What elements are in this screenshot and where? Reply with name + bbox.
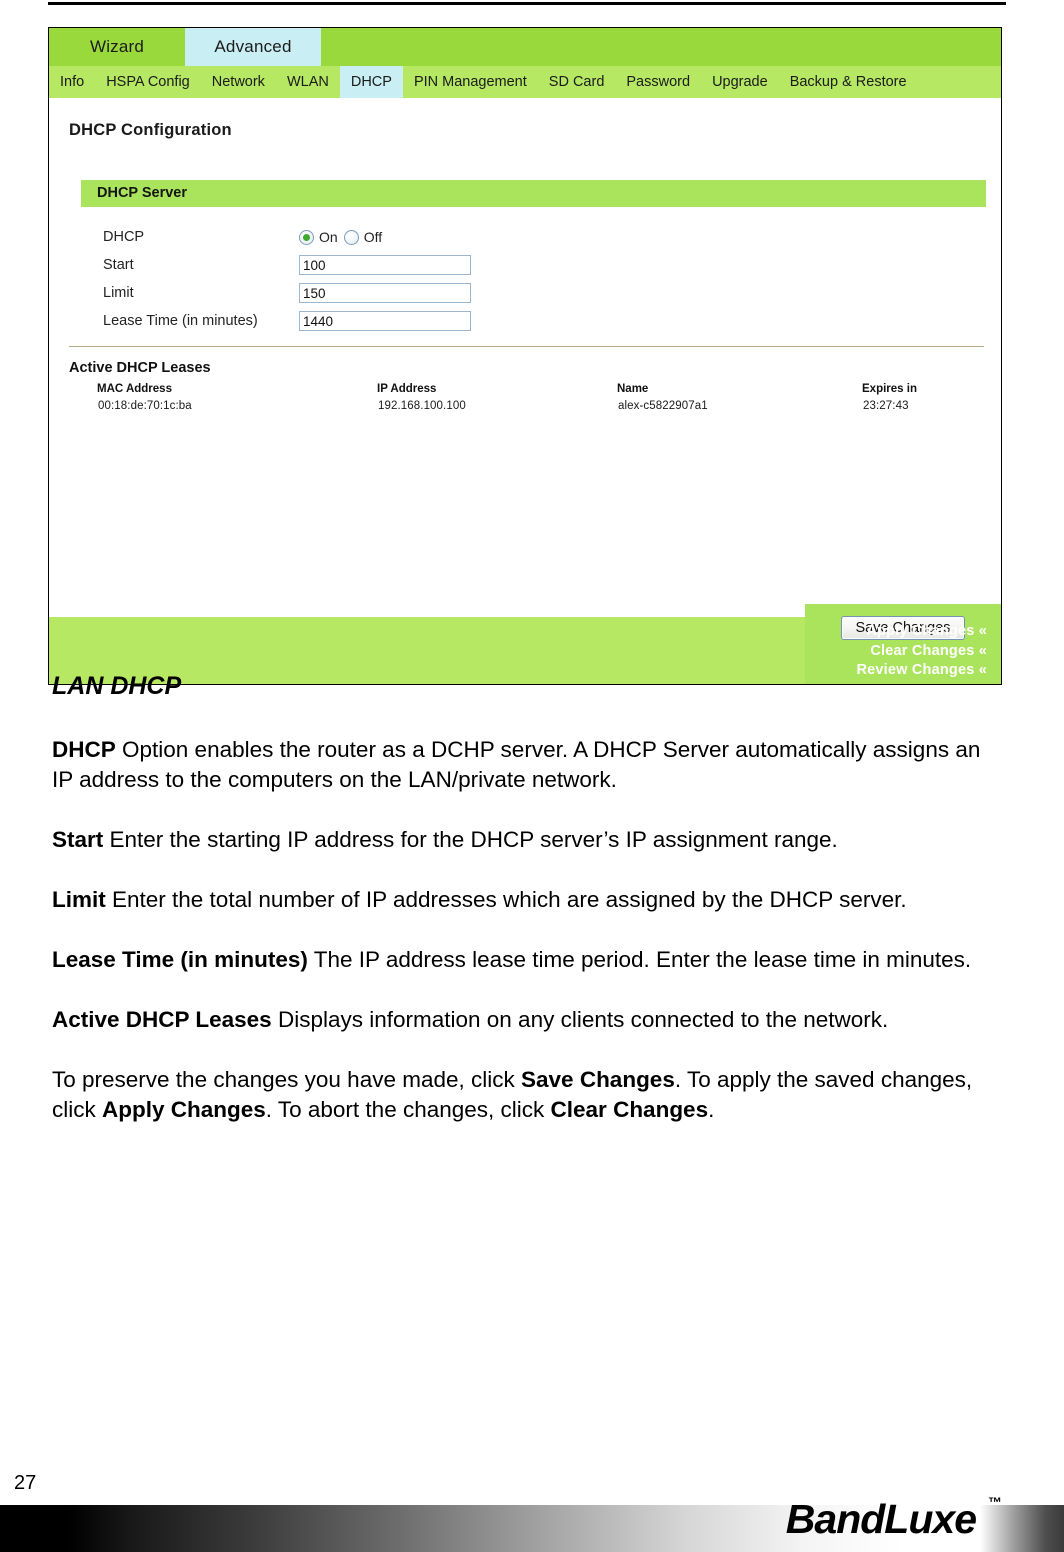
main-tab-bar: Wizard Advanced xyxy=(49,28,1001,66)
doc-paragraph-closing: To preserve the changes you have made, c… xyxy=(52,1065,1004,1125)
doc-term-dhcp: DHCP xyxy=(52,737,116,762)
doc-paragraph-start: Start Enter the starting IP address for … xyxy=(52,825,1004,855)
doc-paragraph-dhcp: DHCP Option enables the router as a DCHP… xyxy=(52,735,1004,795)
form-row-start: Start xyxy=(103,251,471,279)
dhcp-radio-off[interactable]: Off xyxy=(343,229,383,245)
subtab-dhcp[interactable]: DHCP xyxy=(339,66,403,98)
radio-unselected-icon xyxy=(343,229,359,245)
page-title: DHCP Configuration xyxy=(69,121,232,139)
subtab-backup-restore-label: Backup & Restore xyxy=(789,74,907,90)
closing-bold-clear: Clear Changes xyxy=(550,1097,709,1122)
doc-paragraph-active-leases: Active DHCP Leases Displays information … xyxy=(52,1005,1004,1035)
closing-bold-save: Save Changes xyxy=(521,1067,675,1092)
limit-input[interactable] xyxy=(299,283,471,303)
start-input[interactable] xyxy=(299,255,471,275)
doc-paragraph-limit: Limit Enter the total number of IP addre… xyxy=(52,885,1004,915)
page-number: 27 xyxy=(14,1472,37,1494)
column-header-expires: Expires in xyxy=(862,383,917,395)
header-rule xyxy=(48,2,1006,5)
footer-gradient-right xyxy=(980,1505,1064,1552)
cell-ip: 192.168.100.100 xyxy=(378,400,466,412)
tab-advanced-label: Advanced xyxy=(214,37,292,56)
apply-changes-link[interactable]: Apply Changes « xyxy=(856,622,987,642)
subtab-sd-card-label: SD Card xyxy=(548,74,605,90)
column-header-ip: IP Address xyxy=(377,383,437,395)
doc-text-lease-time: The IP address lease time period. Enter … xyxy=(307,947,972,972)
closing-bold-apply: Apply Changes xyxy=(102,1097,266,1122)
subtab-upgrade-label: Upgrade xyxy=(712,74,768,90)
doc-text-dhcp: Option enables the router as a DCHP serv… xyxy=(52,737,981,792)
dhcp-radio-group: On Off xyxy=(299,229,382,245)
table-row: 00:18:de:70:1c:ba 192.168.100.100 alex-c… xyxy=(97,399,977,413)
subtab-network[interactable]: Network xyxy=(201,66,276,98)
form-row-limit: Limit xyxy=(103,279,471,307)
subtab-password[interactable]: Password xyxy=(615,66,701,98)
radio-selected-icon xyxy=(299,229,314,245)
start-label: Start xyxy=(103,257,134,273)
subtab-wlan-label: WLAN xyxy=(286,74,329,90)
cell-expires: 23:27:43 xyxy=(863,400,909,412)
section-header-dhcp-server: DHCP Server xyxy=(81,180,986,207)
subtab-info-label: Info xyxy=(60,74,85,90)
doc-text-limit: Enter the total number of IP addresses w… xyxy=(105,887,907,912)
doc-term-limit: Limit xyxy=(52,887,106,912)
lease-time-label: Lease Time (in minutes) xyxy=(103,313,258,329)
dhcp-form: DHCP On Off Start Limit xyxy=(103,223,471,335)
section-divider xyxy=(69,346,984,347)
subtab-sd-card[interactable]: SD Card xyxy=(538,66,616,98)
cell-name: alex-c5822907a1 xyxy=(618,400,708,412)
review-changes-link[interactable]: Review Changes « xyxy=(856,661,987,681)
form-row-dhcp: DHCP On Off xyxy=(103,223,471,251)
active-leases-table: MAC Address IP Address Name Expires in 0… xyxy=(97,383,977,413)
dhcp-radio-on[interactable]: On xyxy=(299,229,338,245)
table-header-row: MAC Address IP Address Name Expires in xyxy=(97,383,977,399)
subtab-pin-management[interactable]: PIN Management xyxy=(403,66,538,98)
router-admin-panel: Wizard Advanced Info HSPA Config Network… xyxy=(48,27,1002,685)
sub-tab-bar: Info HSPA Config Network WLAN DHCP PIN M… xyxy=(49,66,1001,98)
dhcp-radio-off-label: Off xyxy=(363,229,383,245)
panel-content: DHCP Configuration DHCP Server DHCP On O… xyxy=(49,98,1001,651)
active-leases-title: Active DHCP Leases xyxy=(69,360,211,376)
section-header-label: DHCP Server xyxy=(97,185,188,201)
subtab-backup-restore[interactable]: Backup & Restore xyxy=(779,66,918,98)
subtab-network-label: Network xyxy=(211,74,265,90)
subtab-dhcp-label: DHCP xyxy=(350,74,392,90)
action-links: Apply Changes « Clear Changes « Review C… xyxy=(856,622,987,681)
doc-term-lease-time: Lease Time (in minutes) xyxy=(52,947,308,972)
doc-term-active-leases: Active DHCP Leases xyxy=(52,1007,272,1032)
subtab-info[interactable]: Info xyxy=(49,66,95,98)
dhcp-radio-on-label: On xyxy=(319,229,338,245)
tab-wizard-label: Wizard xyxy=(89,37,145,56)
documentation-body: LAN DHCP DHCP Option enables the router … xyxy=(52,672,1004,1155)
form-row-lease-time: Lease Time (in minutes) xyxy=(103,307,471,335)
tab-wizard[interactable]: Wizard xyxy=(49,28,185,66)
dhcp-label: DHCP xyxy=(103,229,145,245)
subtab-password-label: Password xyxy=(626,74,691,90)
bandluxe-logo: BandLuxe xyxy=(785,1496,977,1542)
closing-part1: To preserve the changes you have made, c… xyxy=(52,1067,522,1092)
subtab-pin-management-label: PIN Management xyxy=(413,74,527,90)
closing-part4: . xyxy=(708,1097,715,1122)
trademark-icon: ™ xyxy=(988,1494,1002,1510)
limit-label: Limit xyxy=(103,285,134,301)
column-header-name: Name xyxy=(617,383,649,395)
lease-time-input[interactable] xyxy=(299,311,471,331)
column-header-mac: MAC Address xyxy=(97,383,172,395)
tab-advanced[interactable]: Advanced xyxy=(185,28,321,66)
subtab-wlan[interactable]: WLAN xyxy=(276,66,340,98)
doc-text-start: Enter the starting IP address for the DH… xyxy=(103,827,838,852)
closing-part3: . To abort the changes, click xyxy=(265,1097,551,1122)
doc-paragraph-lease-time: Lease Time (in minutes) The IP address l… xyxy=(52,945,1004,975)
doc-text-active-leases: Displays information on any clients conn… xyxy=(271,1007,889,1032)
subtab-hspa-config-label: HSPA Config xyxy=(106,74,190,90)
cell-mac: 00:18:de:70:1c:ba xyxy=(98,400,192,412)
doc-term-start: Start xyxy=(52,827,104,852)
subtab-hspa-config[interactable]: HSPA Config xyxy=(95,66,201,98)
subtab-upgrade[interactable]: Upgrade xyxy=(701,66,779,98)
clear-changes-link[interactable]: Clear Changes « xyxy=(856,642,987,662)
